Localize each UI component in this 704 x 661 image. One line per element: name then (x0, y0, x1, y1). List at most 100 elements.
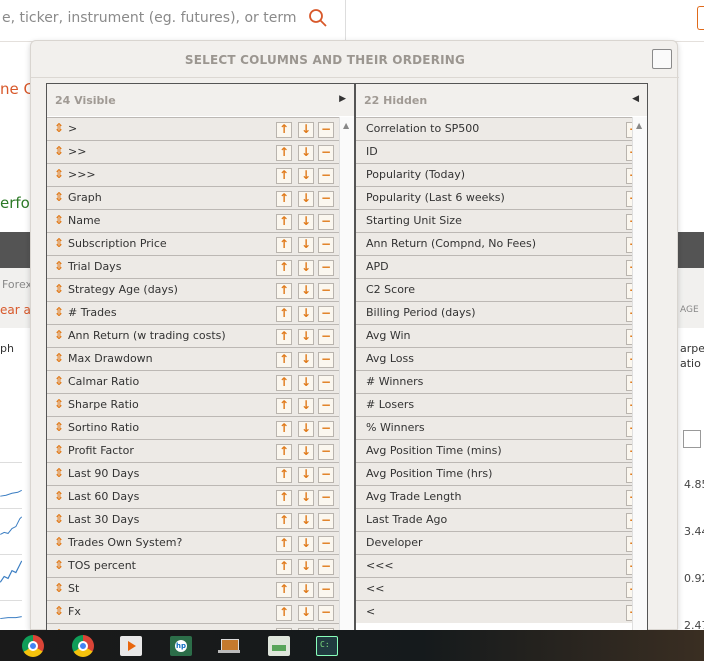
arrow-down-icon[interactable]: ↓ (298, 168, 314, 184)
arrow-up-icon[interactable]: ↑ (276, 306, 292, 322)
search-icon[interactable] (308, 8, 328, 28)
arrow-down-icon[interactable]: ↓ (298, 329, 314, 345)
drag-handle-icon[interactable]: ⇕ (54, 282, 64, 296)
arrow-up-icon[interactable]: ↑ (276, 191, 292, 207)
arrow-up-icon[interactable]: ↑ (276, 582, 292, 598)
hidden-column-row[interactable]: C2 Score+ (356, 278, 642, 301)
drag-handle-icon[interactable]: ⇕ (54, 121, 64, 135)
drag-handle-icon[interactable]: ⇕ (54, 328, 64, 342)
hidden-column-row[interactable]: <<<+ (356, 554, 642, 577)
minus-icon[interactable]: − (318, 168, 334, 184)
hidden-column-row[interactable]: Avg Win+ (356, 324, 642, 347)
visible-column-row[interactable]: ⇕ Fx ↑ ↓ − (47, 600, 339, 623)
hidden-column-row[interactable]: APD+ (356, 255, 642, 278)
minus-icon[interactable]: − (318, 398, 334, 414)
visible-column-row[interactable]: ⇕ > ↑ ↓ − (47, 117, 339, 140)
hidden-column-row[interactable]: <+ (356, 600, 642, 623)
visible-column-row[interactable]: ⇕ Sharpe Ratio ↑ ↓ − (47, 393, 339, 416)
minus-icon[interactable]: − (318, 421, 334, 437)
arrow-down-icon[interactable]: ↓ (298, 490, 314, 506)
hidden-column-row[interactable]: Avg Position Time (hrs)+ (356, 462, 642, 485)
visible-column-row[interactable]: ⇕ Last 30 Days ↑ ↓ − (47, 508, 339, 531)
visible-column-row[interactable]: ⇕ >> ↑ ↓ − (47, 140, 339, 163)
arrow-down-icon[interactable]: ↓ (298, 536, 314, 552)
drag-handle-icon[interactable]: ⇕ (54, 259, 64, 273)
arrow-up-icon[interactable]: ↑ (276, 513, 292, 529)
chrome-icon[interactable] (72, 635, 94, 657)
visible-column-row[interactable]: ⇕ Ann Return (w trading costs) ↑ ↓ − (47, 324, 339, 347)
hidden-column-row[interactable]: Popularity (Last 6 weeks)+ (356, 186, 642, 209)
minus-icon[interactable]: − (318, 283, 334, 299)
minus-icon[interactable]: − (318, 444, 334, 460)
minus-icon[interactable]: − (318, 513, 334, 529)
drag-handle-icon[interactable]: ⇕ (54, 305, 64, 319)
hidden-column-row[interactable]: Starting Unit Size+ (356, 209, 642, 232)
visible-column-row[interactable]: ⇕ Profit Factor ↑ ↓ − (47, 439, 339, 462)
arrow-up-icon[interactable]: ↑ (276, 352, 292, 368)
arrow-down-icon[interactable]: ↓ (298, 145, 314, 161)
minus-icon[interactable]: − (318, 605, 334, 621)
hidden-column-row[interactable]: Popularity (Today)+ (356, 163, 642, 186)
hidden-column-row[interactable]: # Winners+ (356, 370, 642, 393)
media-player-icon[interactable] (120, 636, 142, 656)
close-icon[interactable] (652, 49, 672, 69)
minus-icon[interactable]: − (318, 352, 334, 368)
arrow-down-icon[interactable]: ↓ (298, 421, 314, 437)
arrow-down-icon[interactable]: ↓ (298, 191, 314, 207)
minus-icon[interactable]: − (318, 214, 334, 230)
visible-column-row[interactable]: ⇕ Graph ↑ ↓ − (47, 186, 339, 209)
drag-handle-icon[interactable]: ⇕ (54, 351, 64, 365)
drag-handle-icon[interactable]: ⇕ (54, 604, 64, 618)
arrow-down-icon[interactable]: ↓ (298, 582, 314, 598)
hidden-column-row[interactable]: Last Trade Ago+ (356, 508, 642, 531)
arrow-down-icon[interactable]: ↓ (298, 122, 314, 138)
scroll-up-icon[interactable]: ▲ (343, 121, 349, 130)
visible-column-row[interactable]: ⇕ Last 90 Days ↑ ↓ − (47, 462, 339, 485)
visible-column-row[interactable]: ⇕ TOS percent ↑ ↓ − (47, 554, 339, 577)
arrow-down-icon[interactable]: ↓ (298, 306, 314, 322)
drag-handle-icon[interactable]: ⇕ (54, 512, 64, 526)
drag-handle-icon[interactable]: ⇕ (54, 397, 64, 411)
minus-icon[interactable]: − (318, 122, 334, 138)
visible-column-row[interactable]: ⇕ Sortino Ratio ↑ ↓ − (47, 416, 339, 439)
arrow-up-icon[interactable]: ↑ (276, 237, 292, 253)
minus-icon[interactable]: − (318, 375, 334, 391)
arrow-down-icon[interactable]: ↓ (298, 559, 314, 575)
minus-icon[interactable]: − (318, 237, 334, 253)
minus-icon[interactable]: − (318, 306, 334, 322)
minus-icon[interactable]: − (318, 329, 334, 345)
arrow-up-icon[interactable]: ↑ (276, 490, 292, 506)
hidden-column-row[interactable]: Avg Trade Length+ (356, 485, 642, 508)
visible-column-row[interactable]: ⇕ Last 60 Days ↑ ↓ − (47, 485, 339, 508)
arrow-down-icon[interactable]: ↓ (298, 375, 314, 391)
arrow-down-icon[interactable]: ↓ (298, 444, 314, 460)
arrow-down-icon[interactable]: ↓ (298, 398, 314, 414)
hidden-column-row[interactable]: Correlation to SP500+ (356, 117, 642, 140)
minus-icon[interactable]: − (318, 191, 334, 207)
minus-icon[interactable]: − (318, 467, 334, 483)
drag-handle-icon[interactable]: ⇕ (54, 558, 64, 572)
expand-right-icon[interactable]: ▶ (339, 94, 346, 104)
forex-filter[interactable]: Forex (2, 278, 32, 291)
hidden-column-row[interactable]: Avg Position Time (mins)+ (356, 439, 642, 462)
minus-icon[interactable]: − (318, 582, 334, 598)
arrow-down-icon[interactable]: ↓ (298, 283, 314, 299)
arrow-up-icon[interactable]: ↑ (276, 329, 292, 345)
arrow-up-icon[interactable]: ↑ (276, 260, 292, 276)
visible-column-row[interactable]: ⇕ # Trades ↑ ↓ − (47, 301, 339, 324)
arrow-down-icon[interactable]: ↓ (298, 513, 314, 529)
arrow-up-icon[interactable]: ↑ (276, 536, 292, 552)
hidden-column-row[interactable]: Billing Period (days)+ (356, 301, 642, 324)
drag-handle-icon[interactable]: ⇕ (54, 489, 64, 503)
arrow-up-icon[interactable]: ↑ (276, 214, 292, 230)
arrow-up-icon[interactable]: ↑ (276, 444, 292, 460)
drag-handle-icon[interactable]: ⇕ (54, 535, 64, 549)
expand-left-icon[interactable]: ◀ (632, 94, 639, 104)
drag-handle-icon[interactable]: ⇕ (54, 167, 64, 181)
terminal-icon[interactable]: C: (316, 636, 338, 656)
row-checkbox[interactable] (683, 430, 701, 448)
arrow-up-icon[interactable]: ↑ (276, 605, 292, 621)
chrome-icon[interactable] (22, 635, 44, 657)
visible-column-row[interactable]: ⇕ Calmar Ratio ↑ ↓ − (47, 370, 339, 393)
tray-app-icon[interactable] (268, 636, 290, 656)
